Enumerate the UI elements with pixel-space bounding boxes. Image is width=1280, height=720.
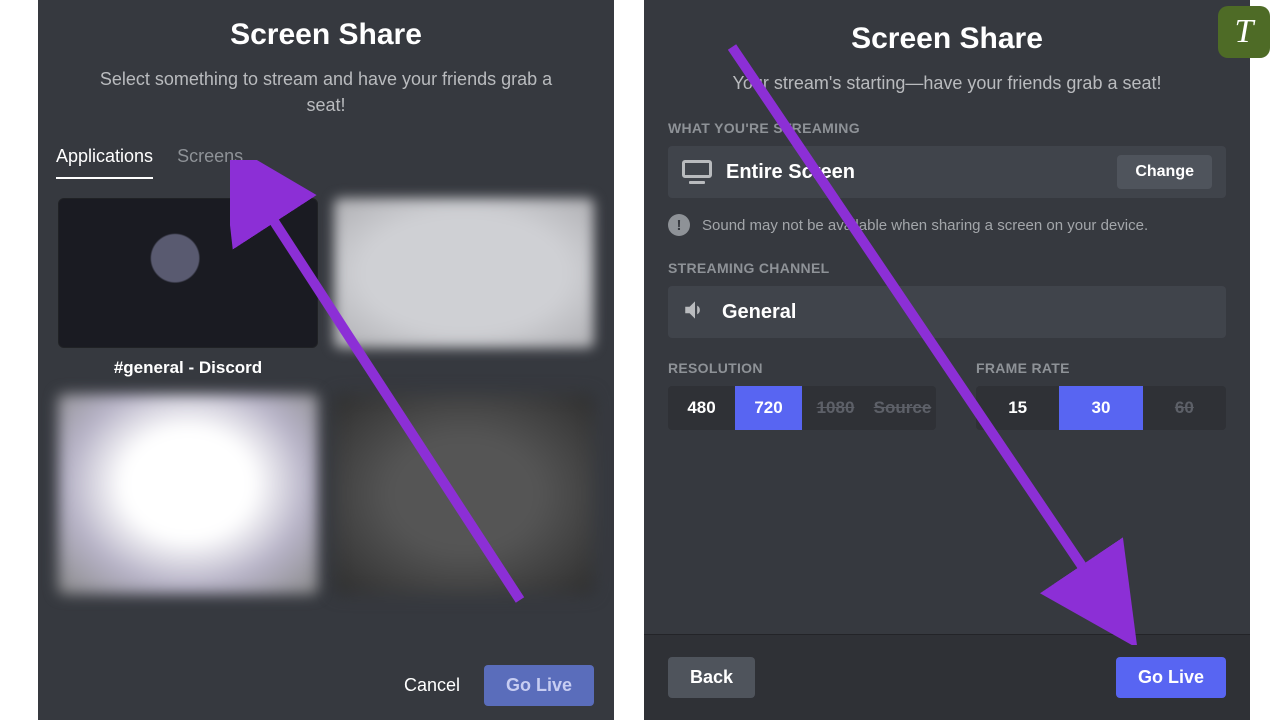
framerate-60: 60 [1143,386,1226,430]
panel-title: Screen Share [38,18,614,52]
source-item[interactable] [58,394,318,594]
sound-warning-text: Sound may not be available when sharing … [702,217,1148,234]
what-streaming-label: WHAT YOU'RE STREAMING [668,120,1226,136]
go-live-button[interactable]: Go Live [484,665,594,706]
source-thumbnail [334,394,594,594]
source-item[interactable] [334,198,594,378]
streaming-channel-row[interactable]: General [668,286,1226,338]
streaming-source-row: Entire Screen Change [668,146,1226,198]
framerate-label: FRAME RATE [976,360,1226,376]
screen-share-select-panel: Screen Share Select something to stream … [38,0,614,720]
quality-settings: RESOLUTION 480 720 1080 Source FRAME RAT… [668,360,1226,430]
back-button[interactable]: Back [668,657,755,698]
source-item[interactable]: #general - Discord [58,198,318,378]
resolution-source: Source [869,386,936,430]
resolution-480[interactable]: 480 [668,386,735,430]
source-item[interactable] [334,394,594,594]
resolution-720[interactable]: 720 [735,386,802,430]
change-source-button[interactable]: Change [1117,155,1212,189]
source-thumbnail [58,198,318,348]
resolution-1080: 1080 [802,386,869,430]
footer: Back Go Live [644,634,1250,720]
streaming-source-name: Entire Screen [726,161,1103,184]
warning-icon: ! [668,214,690,236]
cancel-button[interactable]: Cancel [404,675,460,696]
screen-share-settings-panel: Screen Share Your stream's starting—have… [644,0,1250,720]
resolution-segmented: 480 720 1080 Source [668,386,936,430]
sound-warning-row: ! Sound may not be available when sharin… [668,214,1226,236]
source-grid: #general - Discord [58,198,594,594]
framerate-segmented: 15 30 60 [976,386,1226,430]
source-label: #general - Discord [114,358,262,378]
streaming-channel-name: General [722,301,1212,324]
footer: Cancel Go Live [38,650,614,720]
tab-applications[interactable]: Applications [56,146,153,179]
resolution-label: RESOLUTION [668,360,936,376]
tab-screens[interactable]: Screens [177,146,243,179]
source-thumbnail [334,198,594,348]
panel-subtitle: Your stream's starting—have your friends… [684,70,1210,96]
go-live-button[interactable]: Go Live [1116,657,1226,698]
framerate-15[interactable]: 15 [976,386,1059,430]
source-thumbnail [58,394,318,594]
framerate-30[interactable]: 30 [1059,386,1142,430]
streaming-channel-label: STREAMING CHANNEL [668,260,1226,276]
source-tabs: Applications Screens [56,146,596,180]
panel-title: Screen Share [644,22,1250,56]
panel-subtitle: Select something to stream and have your… [78,66,574,118]
speaker-icon [682,297,708,328]
monitor-icon [682,160,712,184]
watermark-badge: T [1218,6,1270,58]
